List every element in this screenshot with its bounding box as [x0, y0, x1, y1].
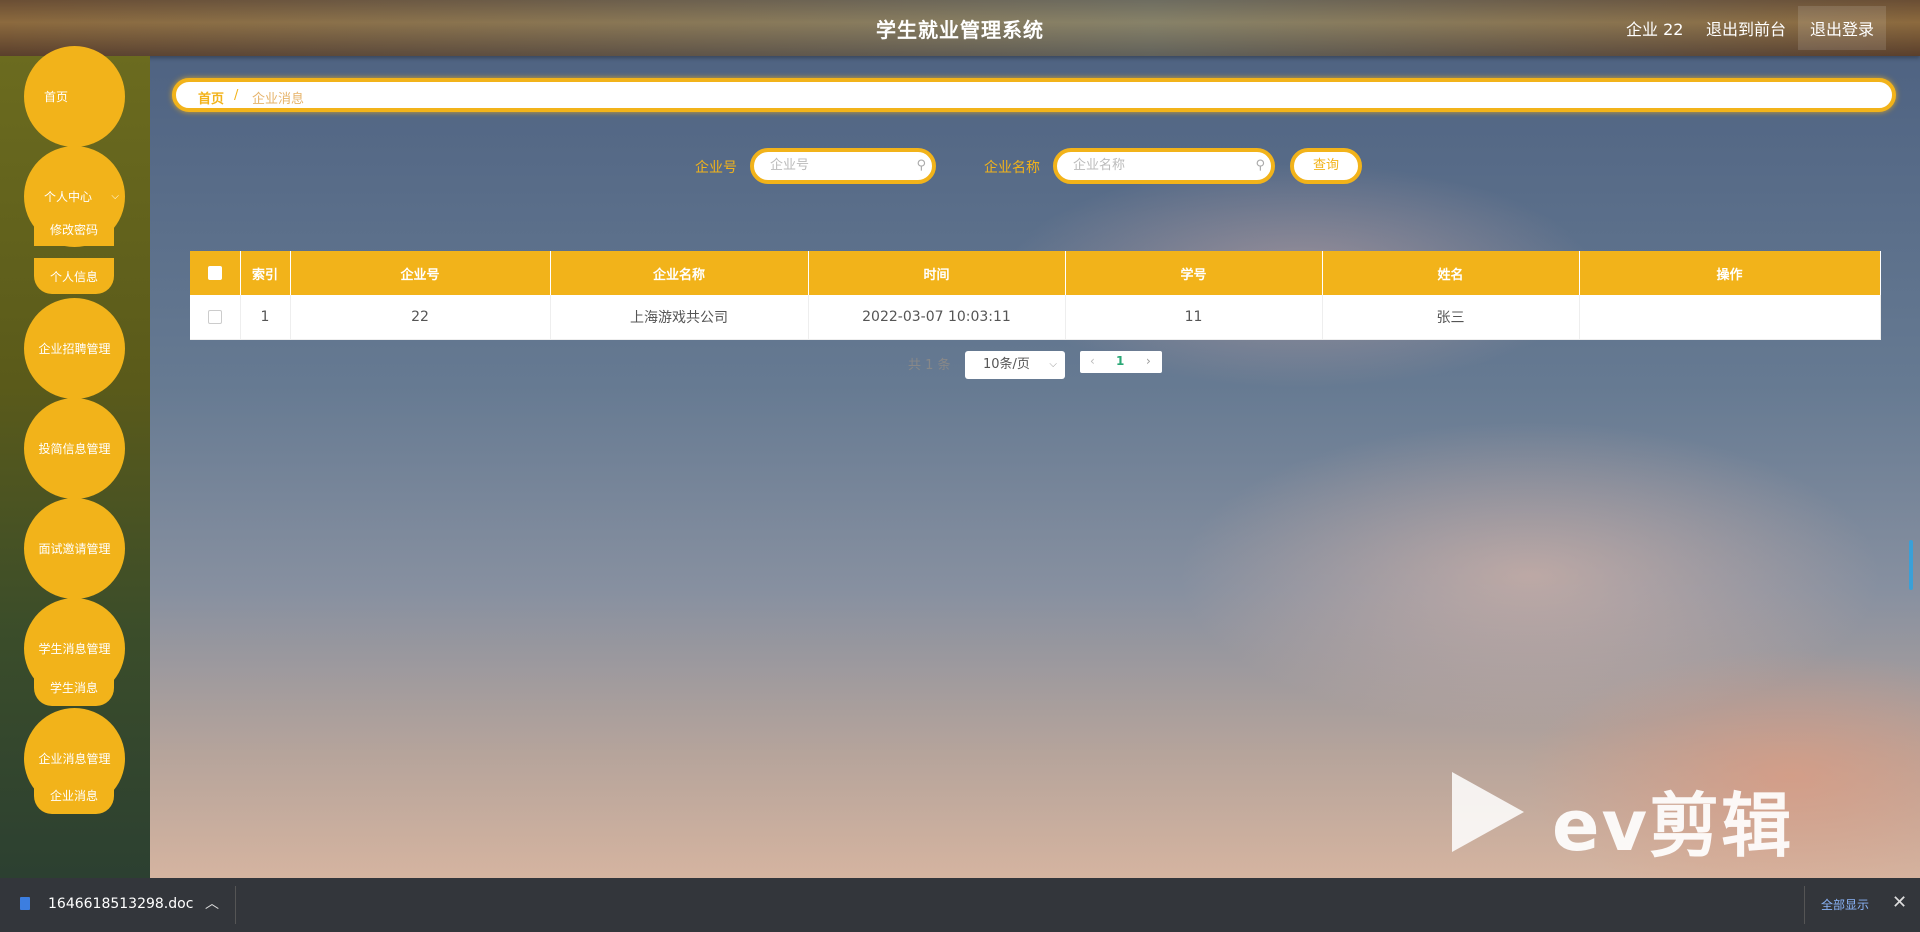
current-user: 企业 22 [1626, 20, 1684, 39]
search-icon: ⚲ [1255, 158, 1265, 173]
page-number-current[interactable]: 1 [1116, 354, 1124, 368]
column-header: 学号 [1065, 251, 1323, 295]
top-header: 学生就业管理系统 企业 22 退出到前台 退出登录 [0, 0, 1920, 56]
company-name-label: 企业名称 [984, 160, 1040, 176]
sidebar-item-label: 首页 [44, 90, 69, 104]
select-all-header [190, 251, 241, 295]
cell-student-no: 11 [1065, 295, 1323, 340]
sidebar-subitem-personal-info[interactable]: 个人信息 [34, 258, 114, 294]
column-header: 操作 [1579, 251, 1881, 295]
row-checkbox[interactable] [207, 310, 222, 324]
exit-to-front-link[interactable]: 退出到前台 [1706, 16, 1786, 40]
cell-actions [1579, 295, 1881, 340]
scrollbar-indicator[interactable] [1909, 540, 1913, 590]
sidebar-subitem-student-msg[interactable]: 学生消息 [34, 668, 114, 706]
watermark-text: ev剪辑 [1552, 785, 1794, 867]
sidebar-item-label: 面试邀请管理 [38, 542, 111, 556]
sidebar-item-home[interactable]: 首页 [24, 46, 125, 147]
company-no-label: 企业号 [695, 160, 737, 176]
search-icon: ⚲ [916, 158, 926, 173]
company-name-input[interactable]: 企业名称 ⚲ [1053, 148, 1275, 184]
breadcrumb-separator: / [234, 88, 239, 103]
sidebar-item-label: 学生消息管理 [38, 642, 111, 656]
company-name-placeholder: 企业名称 [1073, 158, 1126, 173]
column-header: 姓名 [1322, 251, 1580, 295]
document-icon [20, 897, 30, 910]
cell-company-no: 22 [290, 295, 551, 340]
logout-link[interactable]: 退出登录 [1810, 16, 1874, 40]
divider [235, 886, 236, 924]
sidebar-item-label: 个人中心 [44, 190, 93, 204]
cell-company-name: 上海游戏共公司 [550, 295, 809, 340]
chevron-up-icon[interactable]: ︿ [205, 893, 219, 913]
sidebar-subitem-company-msg[interactable]: 企业消息 [34, 776, 114, 814]
page-size-select[interactable]: 10条/页 ⌵ [965, 351, 1065, 379]
next-page-icon[interactable]: › [1146, 354, 1151, 368]
play-logo-icon [1452, 772, 1524, 852]
query-button[interactable]: 查询 [1290, 148, 1362, 184]
row-select-cell [190, 295, 241, 340]
close-icon[interactable]: ✕ [1892, 892, 1907, 913]
pagination-total: 共 1 条 [908, 358, 951, 373]
company-no-placeholder: 企业号 [770, 158, 810, 173]
prev-page-icon[interactable]: ‹ [1090, 354, 1095, 368]
sidebar-subitem-label: 学生消息 [49, 680, 98, 695]
sidebar-item-label: 企业消息管理 [38, 752, 111, 766]
breadcrumb-current: 企业消息 [252, 92, 305, 107]
column-header: 企业名称 [550, 251, 809, 295]
sidebar-subitem-label: 修改密码 [49, 222, 98, 237]
sidebar-item-resume-mgmt[interactable]: 投简信息管理 [24, 398, 125, 499]
column-header: 时间 [808, 251, 1066, 295]
company-no-input[interactable]: 企业号 ⚲ [750, 148, 936, 184]
select-all-checkbox[interactable] [207, 266, 222, 280]
sidebar-item-label: 投简信息管理 [38, 442, 111, 456]
chevron-down-icon: ⌵ [1049, 359, 1057, 370]
download-filename[interactable]: 1646618513298.doc [48, 896, 193, 912]
cell-index: 1 [240, 295, 291, 340]
column-header: 企业号 [290, 251, 551, 295]
show-all-button[interactable]: 全部显示 [1804, 886, 1885, 924]
sidebar-item-label: 企业招聘管理 [38, 342, 111, 356]
breadcrumb: 首页 / 企业消息 [172, 78, 1896, 112]
sidebar-subitem-label: 企业消息 [49, 788, 98, 803]
download-bar: 1646618513298.doc ︿ 全部显示 ✕ [0, 878, 1920, 932]
page-size-value: 10条/页 [983, 357, 1030, 372]
sidebar-subitem-label: 个人信息 [49, 269, 98, 284]
background-image [150, 56, 1920, 878]
table-row: 1 22 上海游戏共公司 2022-03-07 10:03:11 11 张三 [190, 295, 1881, 340]
cell-time: 2022-03-07 10:03:11 [808, 295, 1066, 340]
column-header: 索引 [240, 251, 291, 295]
chevron-down-icon: ⌵ [111, 191, 119, 202]
breadcrumb-home[interactable]: 首页 [198, 88, 224, 107]
data-table: 索引 企业号 企业名称 时间 学号 姓名 操作 1 22 上海游戏共公司 202… [190, 251, 1881, 340]
sidebar-item-interview-mgmt[interactable]: 面试邀请管理 [24, 498, 125, 599]
pager: ‹ 1 › [1080, 351, 1162, 373]
sidebar-item-recruit-mgmt[interactable]: 企业招聘管理 [24, 298, 125, 399]
table-header-row: 索引 企业号 企业名称 时间 学号 姓名 操作 [190, 251, 1881, 295]
cell-name: 张三 [1322, 295, 1580, 340]
sidebar-subitem-change-password[interactable]: 修改密码 [34, 212, 114, 246]
